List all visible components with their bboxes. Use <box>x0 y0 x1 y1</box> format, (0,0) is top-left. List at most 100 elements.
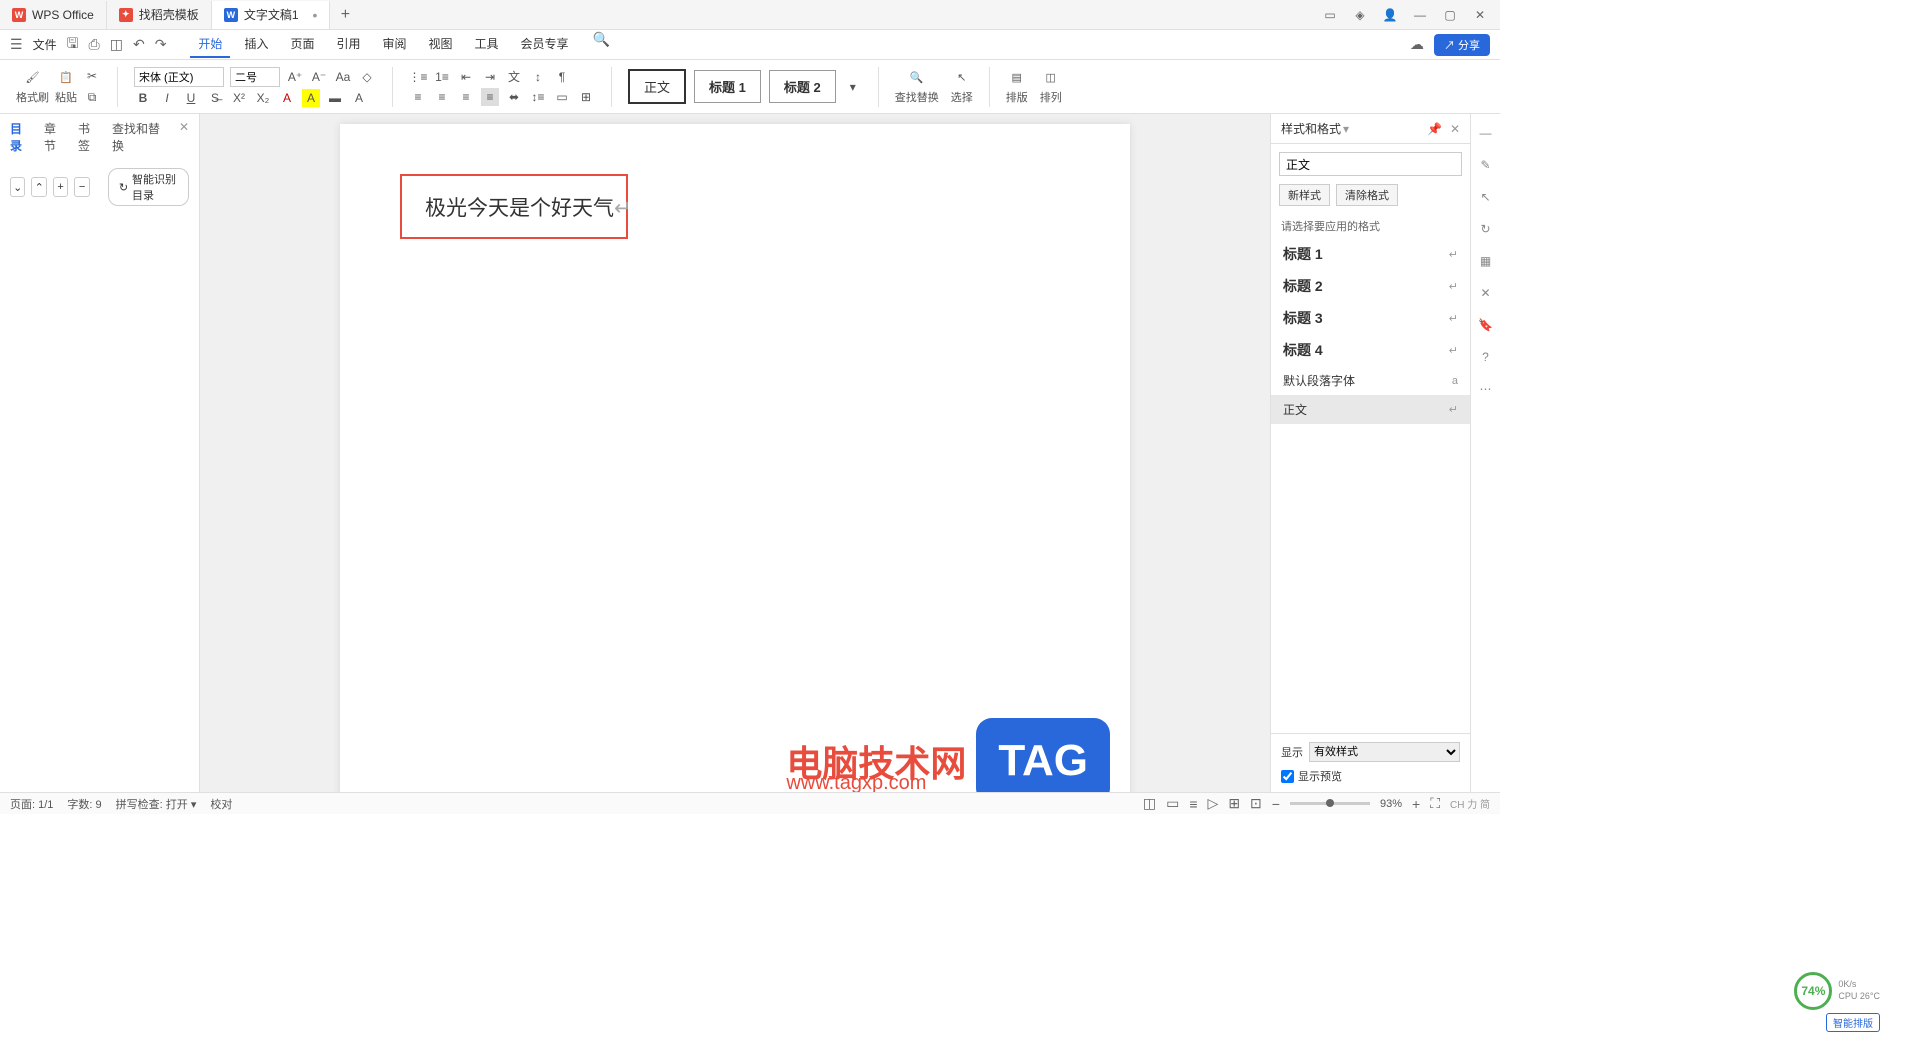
cube-icon[interactable]: ◈ <box>1352 7 1368 23</box>
view-mode-2-icon[interactable]: ▭ <box>1166 795 1179 812</box>
view-mode-3-icon[interactable]: ≡ <box>1189 796 1197 812</box>
hamburger-icon[interactable]: ☰ <box>10 36 23 53</box>
nav-remove-button[interactable]: − <box>74 177 89 197</box>
view-mode-5-icon[interactable]: ⊞ <box>1228 795 1240 812</box>
tab-templates[interactable]: ✦ 找稻壳模板 <box>107 1 212 29</box>
nav-tab-find[interactable]: 查找和替换 <box>112 120 167 154</box>
find-replace-button[interactable]: 🔍 查找替换 <box>895 69 939 105</box>
pen-icon[interactable]: ✎ <box>1477 156 1495 174</box>
borders-icon[interactable]: ⊞ <box>577 88 595 106</box>
nav-add-button[interactable]: + <box>53 177 68 197</box>
new-style-button[interactable]: 新样式 <box>1279 184 1330 206</box>
print-preview-icon[interactable]: ◫ <box>110 36 123 53</box>
tools-icon[interactable]: ✕ <box>1477 284 1495 302</box>
undo-icon[interactable]: ↶ <box>133 36 145 53</box>
tab-wps-office[interactable]: W WPS Office <box>0 1 107 29</box>
decrease-indent-icon[interactable]: ⇤ <box>457 68 475 86</box>
document-text[interactable]: 极光今天是个好天气↵ <box>425 192 632 222</box>
select-button[interactable]: ↖ 选择 <box>951 69 973 105</box>
cut-icon[interactable]: ✂ <box>83 67 101 85</box>
reading-mode-icon[interactable]: ▷ <box>1208 795 1219 812</box>
italic-button[interactable]: I <box>158 89 176 107</box>
maximize-button[interactable]: ▢ <box>1442 7 1458 23</box>
tab-document[interactable]: W 文字文稿1 • <box>212 1 331 29</box>
copy-icon[interactable]: ⧉ <box>83 89 101 107</box>
style-item-h3[interactable]: 标题 3↵ <box>1271 302 1470 334</box>
font-name-select[interactable] <box>134 67 224 87</box>
document-canvas[interactable]: 极光今天是个好天气↵ 电脑技术网 www.tagxp.com TAG <box>200 114 1270 792</box>
format-brush-button[interactable]: 🖌 格式刷 <box>16 69 49 105</box>
clear-format-button[interactable]: 清除格式 <box>1336 184 1398 206</box>
distribute-icon[interactable]: ⬌ <box>505 88 523 106</box>
pointer-icon[interactable]: ↖ <box>1477 188 1495 206</box>
style-item-h2[interactable]: 标题 2↵ <box>1271 270 1470 302</box>
align-left-icon[interactable]: ≡ <box>409 88 427 106</box>
app-menu-icon[interactable]: ▭ <box>1322 7 1338 23</box>
numbered-list-icon[interactable]: 1≡ <box>433 68 451 86</box>
view-mode-1-icon[interactable]: ◫ <box>1143 795 1156 812</box>
user-avatar-icon[interactable]: 👤 <box>1382 7 1398 23</box>
tab-start[interactable]: 开始 <box>190 31 230 58</box>
tab-reference[interactable]: 引用 <box>328 31 368 58</box>
more-icon[interactable]: ⋯ <box>1477 380 1495 398</box>
grid-icon[interactable]: ▦ <box>1477 252 1495 270</box>
cloud-icon[interactable]: ☁ <box>1410 36 1424 53</box>
zoom-level[interactable]: 93% <box>1380 798 1402 810</box>
bullet-list-icon[interactable]: ⋮≡ <box>409 68 427 86</box>
print-icon[interactable]: ⎙ <box>89 36 100 53</box>
increase-indent-icon[interactable]: ⇥ <box>481 68 499 86</box>
save-icon[interactable]: 🖫 <box>67 33 79 57</box>
line-spacing-icon[interactable]: ↕≡ <box>529 88 547 106</box>
search-icon[interactable]: 🔍 <box>593 31 610 58</box>
sync-icon[interactable]: ↻ <box>1477 220 1495 238</box>
zoom-slider[interactable] <box>1290 802 1370 805</box>
shading-button[interactable]: ▬ <box>326 89 344 107</box>
align-center-icon[interactable]: ≡ <box>433 88 451 106</box>
bookmark-icon[interactable]: 🔖 <box>1477 316 1495 334</box>
style-item-default-font[interactable]: 默认段落字体a <box>1271 366 1470 395</box>
decrease-font-icon[interactable]: A⁻ <box>310 68 328 86</box>
smart-layout-button[interactable]: 智能排版 <box>1826 1013 1880 1032</box>
align-right-icon[interactable]: ≡ <box>457 88 475 106</box>
font-color-button[interactable]: A <box>278 89 296 107</box>
fullscreen-icon[interactable]: ⛶ <box>1430 795 1440 812</box>
highlight-button[interactable]: A <box>302 89 320 107</box>
strikethrough-button[interactable]: S̶ <box>206 89 224 107</box>
new-tab-button[interactable]: + <box>330 6 360 24</box>
tab-view[interactable]: 视图 <box>421 31 461 58</box>
tab-insert[interactable]: 插入 <box>236 31 276 58</box>
close-icon[interactable]: ✕ <box>179 120 189 154</box>
tab-review[interactable]: 审阅 <box>374 31 414 58</box>
style-item-h1[interactable]: 标题 1↵ <box>1271 238 1470 270</box>
dropdown-icon[interactable]: ▾ <box>1343 122 1349 136</box>
clear-format-icon[interactable]: ◇ <box>358 68 376 86</box>
nav-tab-toc[interactable]: 目录 <box>10 120 32 154</box>
tab-page[interactable]: 页面 <box>282 31 322 58</box>
share-button[interactable]: ↗ 分享 <box>1434 34 1490 56</box>
preview-checkbox[interactable]: 显示预览 <box>1281 768 1460 784</box>
page[interactable]: 极光今天是个好天气↵ 电脑技术网 www.tagxp.com TAG <box>340 124 1130 792</box>
tab-member[interactable]: 会员专享 <box>513 31 577 58</box>
sort-icon[interactable]: ↕ <box>529 68 547 86</box>
tab-tools[interactable]: 工具 <box>467 31 507 58</box>
zoom-out-icon[interactable]: − <box>1272 796 1280 812</box>
subscript-button[interactable]: X₂ <box>254 89 272 107</box>
show-filter-select[interactable]: 有效样式 <box>1309 742 1460 762</box>
help-icon[interactable]: ? <box>1477 348 1495 366</box>
layout-button[interactable]: ▤ 排版 <box>1006 69 1028 105</box>
para-shading-icon[interactable]: ▭ <box>553 88 571 106</box>
minimize-button[interactable]: — <box>1412 7 1428 23</box>
smart-toc-button[interactable]: ↻ 智能识别目录 <box>108 168 189 206</box>
underline-button[interactable]: U <box>182 89 200 107</box>
increase-font-icon[interactable]: A⁺ <box>286 68 304 86</box>
nav-tab-chapters[interactable]: 章节 <box>44 120 66 154</box>
style-item-normal[interactable]: 正文↵ <box>1271 395 1470 424</box>
style-item-h4[interactable]: 标题 4↵ <box>1271 334 1470 366</box>
fit-width-icon[interactable]: ⊡ <box>1250 795 1262 812</box>
spell-check-status[interactable]: 拼写检查: 打开 ▾ <box>116 796 197 812</box>
bold-button[interactable]: B <box>134 89 152 107</box>
page-indicator[interactable]: 页面: 1/1 <box>10 796 53 812</box>
align-justify-icon[interactable]: ≡ <box>481 88 499 106</box>
zoom-in-icon[interactable]: + <box>1412 796 1420 812</box>
collapse-icon[interactable]: — <box>1477 124 1495 142</box>
